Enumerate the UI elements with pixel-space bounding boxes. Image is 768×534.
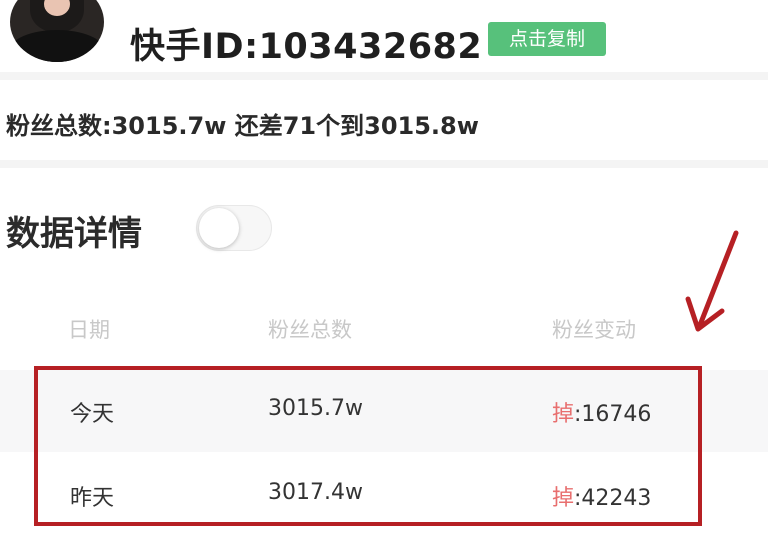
data-details-title: 数据详情 <box>6 214 142 254</box>
toggle-knob <box>199 208 239 248</box>
copy-id-button[interactable]: 点击复制 <box>488 22 606 56</box>
header-total-fans: 粉丝总数 <box>268 318 352 342</box>
table-header: 日期 粉丝总数 粉丝变动 <box>0 300 768 360</box>
avatar[interactable] <box>10 0 104 62</box>
header-fans-change: 粉丝变动 <box>552 318 636 342</box>
highlight-box <box>34 366 702 526</box>
separator-mid <box>0 160 768 168</box>
profile-header: 快手ID:103432682 点击复制 <box>0 0 768 72</box>
separator-top <box>0 72 768 80</box>
kuaishou-id: 快手ID:103432682 <box>130 27 483 67</box>
data-details-toggle[interactable] <box>196 205 272 251</box>
header-date: 日期 <box>68 318 110 342</box>
fans-summary: 粉丝总数:3015.7w 还差71个到3015.8w <box>6 112 479 140</box>
avatar-body <box>10 30 104 62</box>
